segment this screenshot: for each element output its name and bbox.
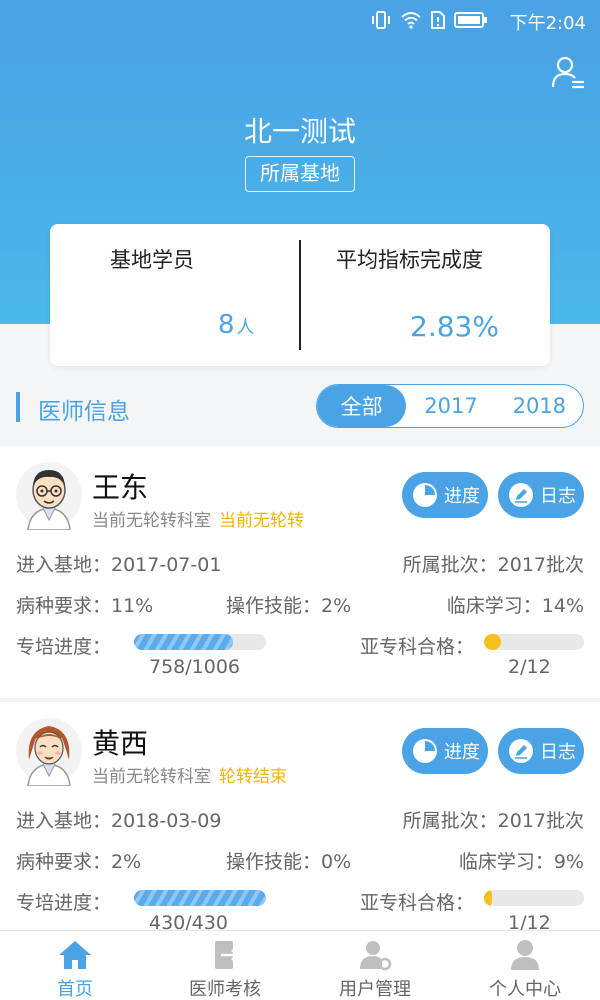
clinical-study: 临床学习：14% bbox=[446, 595, 584, 617]
students-value: 8人 bbox=[218, 310, 255, 340]
doctor-name: 王东 bbox=[92, 471, 149, 504]
doctor-card[interactable]: 王东 当前无轮转科室 当前无轮转 进度 日志 进入基地：2017-07-01 所属… bbox=[0, 446, 600, 698]
edit-icon bbox=[509, 739, 533, 763]
disease-requirement: 病种要求：11% bbox=[16, 595, 154, 617]
sim-alert-icon bbox=[431, 11, 445, 29]
training-progress-label: 专培进度： bbox=[16, 892, 112, 914]
bottom-tab-bar: 首页 医师考核 用户管理 个人中心 bbox=[0, 930, 600, 1000]
department-text: 当前无轮转科室 bbox=[92, 511, 211, 531]
tab-all[interactable]: 全部 bbox=[317, 385, 407, 427]
info-row-base: 进入基地：2018-03-09 所属批次：2017批次 bbox=[16, 806, 584, 833]
disease-requirement: 病种要求：2% bbox=[16, 851, 142, 873]
training-progress-fill bbox=[134, 634, 234, 650]
switch-user-icon[interactable] bbox=[550, 54, 586, 90]
training-fraction: 758/1006 bbox=[149, 656, 241, 678]
progress-button[interactable]: 进度 bbox=[402, 728, 488, 774]
home-icon bbox=[59, 941, 91, 969]
training-progress-bar bbox=[134, 634, 266, 650]
tab-doctor-assessment-label: 医师考核 bbox=[189, 979, 261, 1000]
status-icons bbox=[370, 10, 488, 30]
log-button-label: 日志 bbox=[540, 486, 576, 507]
subspecialty-progress-fill bbox=[484, 634, 501, 650]
tab-2018[interactable]: 2018 bbox=[496, 385, 583, 427]
log-button-label: 日志 bbox=[540, 742, 576, 763]
operation-skill: 操作技能：0% bbox=[226, 851, 352, 873]
subspecialty-progress-bar bbox=[484, 634, 584, 650]
enter-base-date: 进入基地：2018-03-09 bbox=[16, 810, 222, 832]
subspecialty-progress-bar bbox=[484, 890, 584, 906]
students-count: 8 bbox=[218, 310, 235, 340]
pie-chart-icon bbox=[413, 739, 437, 763]
batch-info: 所属批次：2017批次 bbox=[402, 554, 584, 576]
tab-personal-center-label: 个人中心 bbox=[489, 979, 561, 1000]
info-row-metrics: 病种要求：11% 操作技能：2% 临床学习：14% bbox=[16, 591, 584, 618]
subspecialty-fraction: 2/12 bbox=[508, 656, 551, 678]
doctor-department: 当前无轮转科室 当前无轮转 bbox=[92, 506, 304, 531]
batch-info: 所属批次：2017批次 bbox=[402, 810, 584, 832]
person-icon bbox=[511, 940, 539, 970]
tab-home-label: 首页 bbox=[57, 979, 93, 1000]
progress-button[interactable]: 进度 bbox=[402, 472, 488, 518]
info-row-metrics: 病种要求：2% 操作技能：0% 临床学习：9% bbox=[16, 847, 584, 874]
training-progress-bar bbox=[134, 890, 266, 906]
doctor-department: 当前无轮转科室 轮转结束 bbox=[92, 762, 287, 787]
year-filter: 全部 2017 2018 bbox=[316, 384, 584, 428]
exit-door-icon bbox=[215, 941, 239, 969]
avg-completion-stat[interactable]: 平均指标完成度 2.83% bbox=[300, 224, 550, 366]
base-tag-button[interactable]: 所属基地 bbox=[245, 156, 355, 192]
page-title: 北一测试 bbox=[243, 115, 356, 148]
doctor-info-header: 医师信息 全部 2017 2018 bbox=[0, 380, 600, 436]
log-button[interactable]: 日志 bbox=[498, 728, 584, 774]
section-title: 医师信息 bbox=[38, 399, 130, 425]
section-accent-bar bbox=[16, 392, 20, 422]
user-settings-icon bbox=[360, 941, 392, 971]
stats-card: 基地学员 8人 平均指标完成度 2.83% bbox=[50, 224, 550, 366]
doctor-name: 黄西 bbox=[92, 727, 149, 760]
students-label: 基地学员 bbox=[110, 248, 194, 272]
students-stat[interactable]: 基地学员 8人 bbox=[50, 224, 300, 366]
clinical-study: 临床学习：9% bbox=[458, 851, 584, 873]
doctor-avatar-male bbox=[16, 462, 82, 530]
status-bar: 下午2:04 bbox=[0, 0, 600, 40]
tab-personal-center[interactable]: 个人中心 bbox=[450, 931, 600, 1000]
doctor-avatar-female bbox=[16, 718, 82, 786]
log-button[interactable]: 日志 bbox=[498, 472, 584, 518]
rotation-status: 当前无轮转 bbox=[219, 511, 304, 531]
status-time: 下午2:04 bbox=[509, 13, 586, 34]
enter-base-date: 进入基地：2017-07-01 bbox=[16, 554, 222, 576]
tab-user-management-label: 用户管理 bbox=[339, 979, 411, 1000]
doctor-card[interactable]: 黄西 当前无轮转科室 轮转结束 进度 日志 进入基地：2018-03-09 所属批… bbox=[0, 702, 600, 954]
vibrate-icon bbox=[372, 11, 390, 29]
operation-skill: 操作技能：2% bbox=[226, 595, 352, 617]
avg-completion-value: 2.83% bbox=[410, 310, 499, 343]
info-row-base: 进入基地：2017-07-01 所属批次：2017批次 bbox=[16, 550, 584, 577]
battery-icon bbox=[454, 12, 487, 28]
students-unit: 人 bbox=[236, 317, 255, 338]
department-text: 当前无轮转科室 bbox=[92, 767, 211, 787]
subspecialty-label: 亚专科合格： bbox=[359, 892, 474, 914]
rotation-status: 轮转结束 bbox=[219, 767, 287, 787]
wifi-icon bbox=[401, 12, 421, 29]
avg-completion-label: 平均指标完成度 bbox=[336, 248, 483, 272]
progress-button-label: 进度 bbox=[444, 486, 480, 507]
tab-2017[interactable]: 2017 bbox=[406, 385, 495, 427]
training-progress-label: 专培进度： bbox=[16, 636, 112, 658]
edit-icon bbox=[509, 483, 533, 507]
subspecialty-progress-fill bbox=[484, 890, 493, 906]
progress-button-label: 进度 bbox=[444, 742, 480, 763]
subspecialty-label: 亚专科合格： bbox=[359, 636, 474, 658]
tab-doctor-assessment[interactable]: 医师考核 bbox=[150, 931, 300, 1000]
tab-user-management[interactable]: 用户管理 bbox=[300, 931, 450, 1000]
pie-chart-icon bbox=[413, 483, 437, 507]
tab-home[interactable]: 首页 bbox=[0, 931, 150, 1000]
training-progress-fill bbox=[134, 890, 266, 906]
